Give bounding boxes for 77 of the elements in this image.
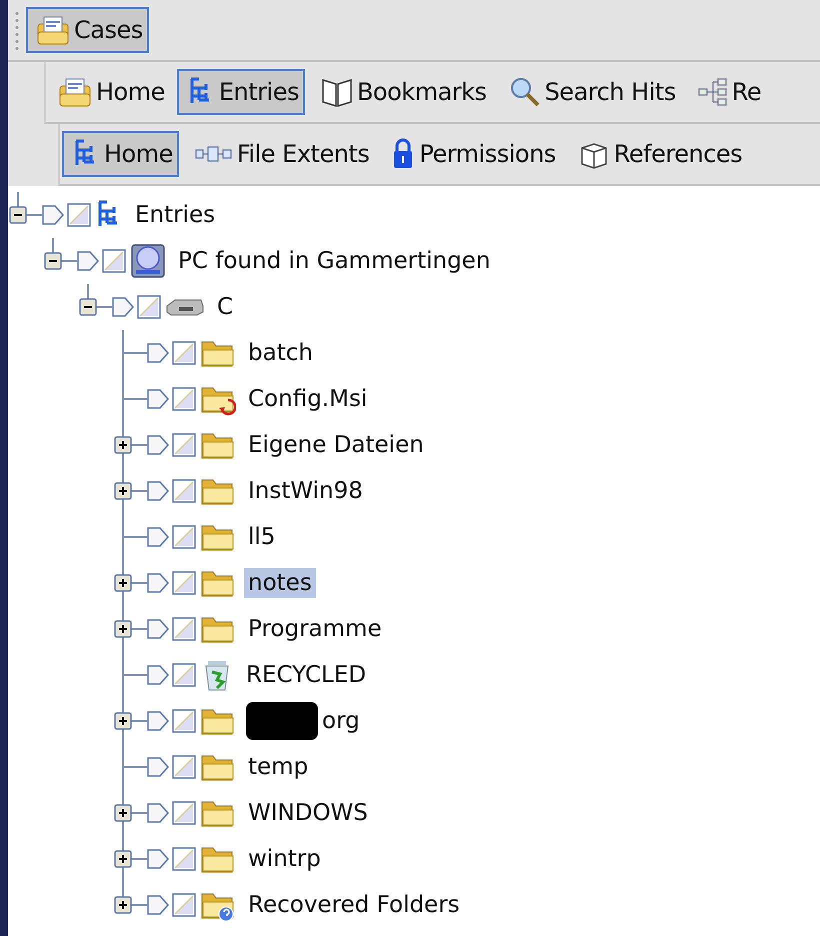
case-icon: [58, 76, 92, 108]
expand-icon[interactable]: [114, 850, 132, 868]
tag-icon[interactable]: [146, 572, 170, 594]
tag-icon[interactable]: [111, 296, 135, 318]
expand-icon[interactable]: [114, 804, 132, 822]
tree-item[interactable]: org: [318, 706, 364, 736]
toolbar-button[interactable]: Permissions: [381, 131, 562, 177]
tree-item[interactable]: InstWin98: [244, 476, 367, 506]
expand-icon[interactable]: [114, 620, 132, 638]
toolbar-button[interactable]: References: [568, 131, 748, 177]
nodes-icon: [698, 76, 728, 108]
tree-item[interactable]: PC found in Gammertingen: [174, 246, 494, 276]
checkbox[interactable]: [172, 525, 196, 549]
expand-icon[interactable]: [114, 896, 132, 914]
checkbox[interactable]: [172, 663, 196, 687]
tree-item[interactable]: WINDOWS: [244, 798, 372, 828]
checkbox[interactable]: [172, 479, 196, 503]
checkbox[interactable]: [172, 709, 196, 733]
tag-icon[interactable]: [146, 710, 170, 732]
tree-item[interactable]: wintrp: [244, 844, 325, 874]
toolbar-button[interactable]: Home: [48, 69, 171, 115]
tree-item[interactable]: notes: [244, 568, 316, 598]
collapse-icon[interactable]: [9, 206, 27, 224]
collapse-icon[interactable]: [79, 298, 97, 316]
expand-icon[interactable]: [114, 574, 132, 592]
tree-item[interactable]: Entries: [131, 200, 220, 230]
expand-icon[interactable]: [114, 712, 132, 730]
tree-item[interactable]: batch: [244, 338, 317, 368]
tree-item[interactable]: Recovered Folders: [244, 890, 464, 920]
toolbar-button[interactable]: Entries: [176, 69, 305, 115]
tag-icon[interactable]: [146, 894, 170, 916]
drive-icon: [165, 297, 205, 317]
tag-icon[interactable]: [146, 664, 170, 686]
collapse-icon[interactable]: [44, 252, 62, 270]
tree-item[interactable]: Config.Msi: [244, 384, 372, 414]
checkbox[interactable]: [172, 341, 196, 365]
checkbox[interactable]: [102, 249, 126, 273]
toolbar-button[interactable]: Re: [688, 69, 768, 115]
tag-icon[interactable]: [146, 388, 170, 410]
tag-icon[interactable]: [76, 250, 100, 272]
tag-icon[interactable]: [146, 342, 170, 364]
expand-icon[interactable]: [114, 436, 132, 454]
book-icon: [320, 76, 353, 108]
tag-icon[interactable]: [146, 756, 170, 778]
toolbar-button[interactable]: Cases: [26, 7, 149, 53]
tag-icon[interactable]: [146, 618, 170, 640]
tag-icon[interactable]: [146, 848, 170, 870]
checkbox[interactable]: [172, 617, 196, 641]
tree-item[interactable]: Programme: [244, 614, 386, 644]
tree-item[interactable]: Eigene Dateien: [244, 430, 428, 460]
tag-icon[interactable]: [41, 204, 65, 226]
checkbox[interactable]: [172, 801, 196, 825]
expand-icon[interactable]: [114, 482, 132, 500]
search-icon: [508, 76, 541, 108]
tree-item[interactable]: temp: [244, 752, 312, 782]
toolbar-button[interactable]: Search Hits: [498, 69, 682, 115]
computer-icon: [130, 243, 166, 279]
toolbar-button[interactable]: Bookmarks: [310, 69, 493, 115]
checkbox[interactable]: [172, 571, 196, 595]
tree-item[interactable]: RECYCLED: [242, 660, 370, 690]
toolbar-button[interactable]: Home: [62, 131, 179, 177]
tag-icon[interactable]: [146, 434, 170, 456]
tree-item[interactable]: ll5: [244, 522, 280, 552]
tag-icon[interactable]: [146, 802, 170, 824]
checkbox[interactable]: [172, 893, 196, 917]
checkbox[interactable]: [172, 847, 196, 871]
checkbox[interactable]: [172, 755, 196, 779]
tree-item[interactable]: C: [213, 292, 238, 322]
checkbox[interactable]: [172, 387, 196, 411]
toolbar-button[interactable]: File Extents: [184, 131, 376, 177]
tag-icon[interactable]: [146, 480, 170, 502]
extents-icon: [194, 144, 233, 164]
checkbox[interactable]: [172, 433, 196, 457]
case-icon: [36, 14, 70, 46]
checkbox[interactable]: [67, 203, 91, 227]
checkbox[interactable]: [137, 295, 161, 319]
tag-icon[interactable]: [146, 526, 170, 548]
